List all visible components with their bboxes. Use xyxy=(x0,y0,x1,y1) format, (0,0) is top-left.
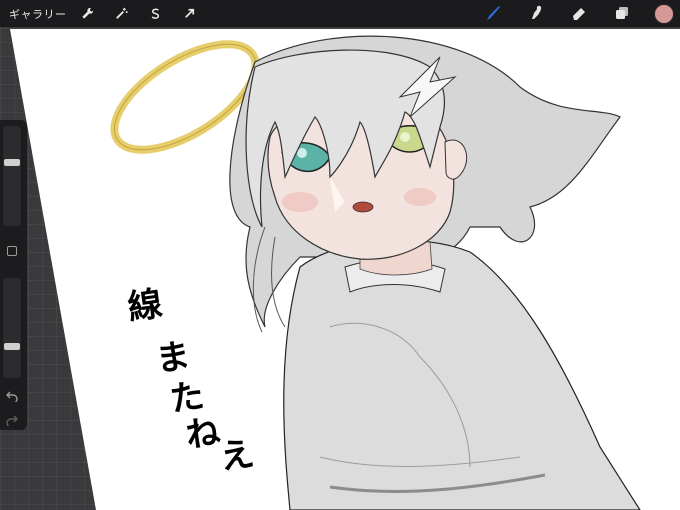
handwriting-char: ね xyxy=(183,411,223,457)
smudge-icon[interactable] xyxy=(526,3,546,23)
eraser-icon[interactable] xyxy=(569,3,589,23)
opacity-slider[interactable] xyxy=(3,278,21,378)
undo-icon[interactable] xyxy=(5,390,19,402)
handwritten-text: 線 ま た ね え xyxy=(125,283,258,489)
wrench-icon[interactable] xyxy=(78,4,97,23)
top-toolbar: ギャラリー xyxy=(0,0,680,27)
brush-size-thumb[interactable] xyxy=(4,158,20,166)
brush-icon[interactable] xyxy=(484,3,504,23)
drawing-canvas[interactable]: 線 ま た ね え xyxy=(0,27,680,510)
handwriting-char: 線 xyxy=(125,283,165,329)
mouth xyxy=(352,201,374,213)
handwriting-char: え xyxy=(217,433,257,479)
handwriting-char: た xyxy=(167,375,207,421)
magic-wand-icon[interactable] xyxy=(112,4,131,23)
modify-button[interactable] xyxy=(7,246,17,256)
canvas-artwork xyxy=(10,29,680,510)
gallery-button[interactable]: ギャラリー xyxy=(9,6,67,22)
layers-icon[interactable] xyxy=(612,3,632,23)
opacity-thumb[interactable] xyxy=(4,343,20,351)
color-swatch[interactable] xyxy=(654,4,674,24)
transform-arrow-icon[interactable] xyxy=(180,4,199,23)
left-sidebar xyxy=(0,120,27,430)
selection-icon[interactable] xyxy=(146,4,165,23)
redo-icon[interactable] xyxy=(5,414,19,426)
brush-size-slider[interactable] xyxy=(3,126,21,226)
handwriting-char: ま xyxy=(153,335,193,381)
